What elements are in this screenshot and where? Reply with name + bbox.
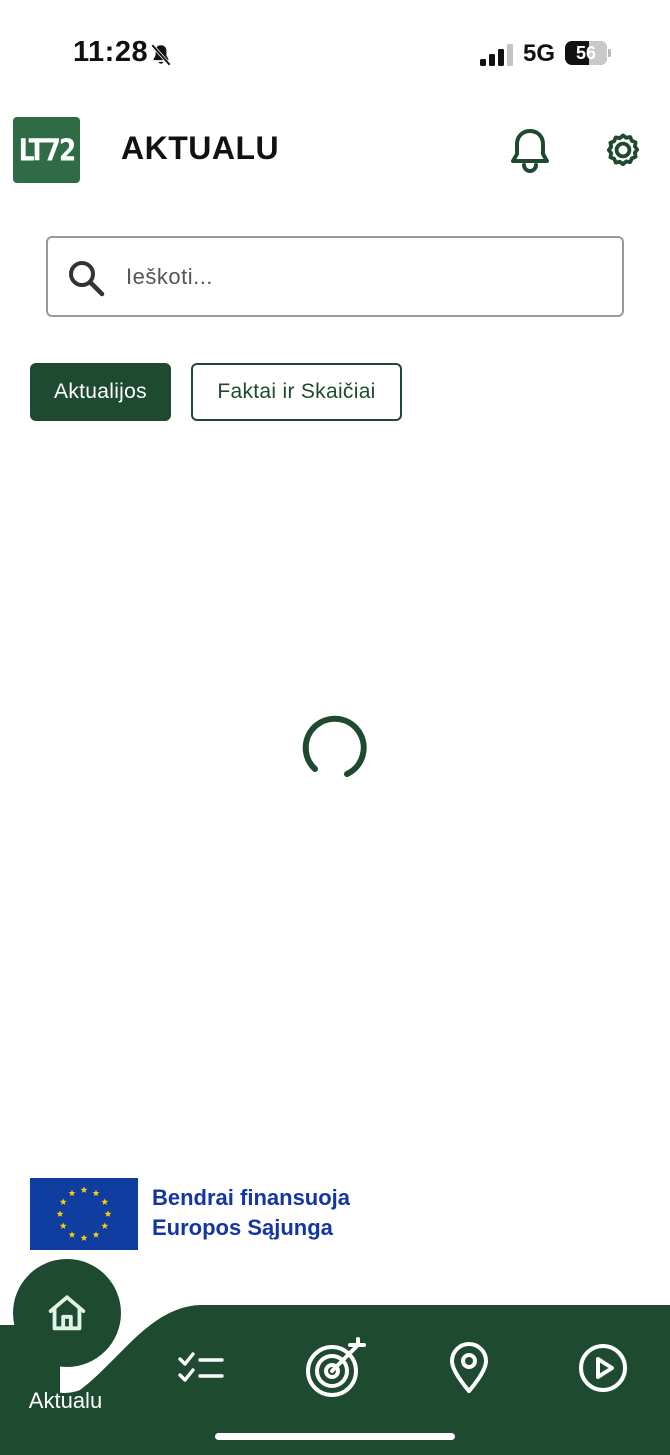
eu-flag-icon bbox=[30, 1178, 138, 1250]
notifications-button[interactable] bbox=[504, 124, 556, 176]
nav-home-button[interactable] bbox=[13, 1259, 121, 1367]
loading-spinner-icon bbox=[302, 715, 367, 777]
nav-checklist-button[interactable] bbox=[166, 1333, 236, 1403]
play-circle-icon bbox=[579, 1344, 627, 1392]
location-pin-icon bbox=[450, 1342, 488, 1393]
search-input[interactable] bbox=[126, 256, 606, 298]
bell-off-icon bbox=[151, 44, 171, 66]
battery-icon: 56 bbox=[565, 41, 611, 65]
nav-map-button[interactable] bbox=[434, 1333, 504, 1403]
status-time: 11:28 bbox=[73, 36, 149, 68]
signal-icon bbox=[480, 44, 513, 66]
checklist-icon bbox=[178, 1352, 224, 1382]
search-icon bbox=[69, 261, 105, 297]
search-box[interactable] bbox=[46, 236, 624, 317]
gear-icon bbox=[606, 133, 640, 167]
tab-aktualijos[interactable]: Aktualijos bbox=[30, 363, 171, 421]
home-icon bbox=[48, 1295, 86, 1331]
nav-video-button[interactable] bbox=[568, 1333, 638, 1403]
app-logo: LT72 bbox=[13, 117, 80, 183]
nav-goals-button[interactable] bbox=[300, 1333, 370, 1403]
nav-home-label: Aktualu bbox=[28, 1388, 103, 1413]
bell-icon bbox=[511, 129, 549, 173]
home-indicator bbox=[215, 1433, 455, 1440]
eu-funding-line2: Europos Sąjunga bbox=[152, 1215, 333, 1240]
network-type: 5G bbox=[523, 40, 556, 67]
eu-funding-text: Bendrai finansuoja Europos Sąjunga bbox=[152, 1183, 350, 1243]
tab-faktai-ir-skaiciai[interactable]: Faktai ir Skaičiai bbox=[191, 363, 402, 421]
page-title: AKTUALU bbox=[121, 130, 280, 166]
battery-level: 56 bbox=[575, 43, 597, 63]
target-icon bbox=[306, 1337, 366, 1397]
eu-funding-line1: Bendrai finansuoja bbox=[152, 1185, 351, 1210]
app-logo-text: LT72 bbox=[18, 132, 77, 168]
settings-button[interactable] bbox=[597, 124, 649, 176]
